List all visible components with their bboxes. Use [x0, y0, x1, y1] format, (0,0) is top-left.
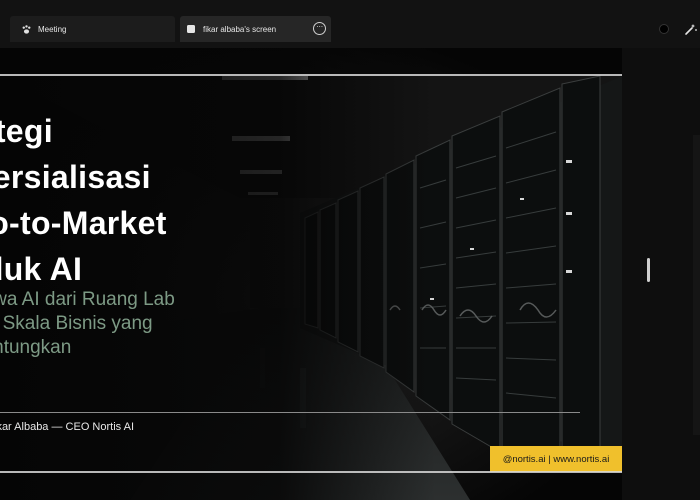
tab-meeting-label: Meeting — [38, 24, 67, 34]
tab-screen-share-label: fikar albaba's screen — [203, 24, 277, 34]
tab-meeting[interactable]: Meeting — [10, 16, 175, 42]
window-icon — [185, 23, 197, 35]
paw-icon — [20, 23, 32, 35]
tab-screen-share[interactable]: fikar albaba's screen ··· — [180, 16, 331, 42]
pen-sparkle-icon[interactable] — [683, 21, 699, 37]
resize-handle[interactable] — [647, 258, 650, 282]
slide-subtitle: bawa AI dari Ruang Lab uju Skala Bisnis … — [0, 289, 175, 358]
side-panel — [622, 48, 700, 500]
shared-slide: rategi mersialisasi Go-to-Market oduk AI… — [0, 48, 622, 500]
top-bar: Meeting fikar albaba's screen ··· — [0, 0, 700, 48]
slide-divider — [0, 412, 580, 413]
slide-top-rule — [0, 74, 622, 76]
more-icon[interactable]: ··· — [313, 22, 326, 35]
adjacent-screen-edge — [693, 135, 700, 435]
slide-bottom-rule — [0, 471, 622, 473]
record-dot-icon[interactable] — [659, 24, 669, 34]
presenter-credit: ikar Albaba — CEO Nortis AI — [0, 421, 134, 433]
contact-badge: @nortis.ai | www.nortis.ai — [490, 446, 622, 472]
slide-title: rategi mersialisasi Go-to-Market oduk AI — [0, 113, 167, 287]
